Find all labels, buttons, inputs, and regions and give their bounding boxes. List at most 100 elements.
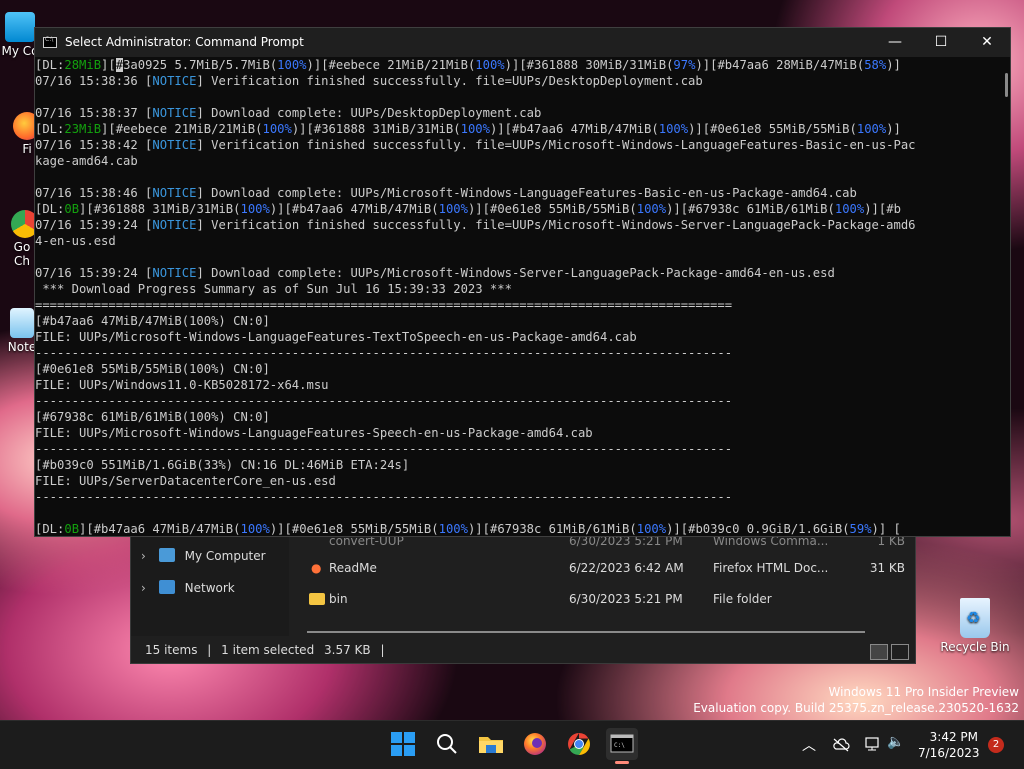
console-text: NOTICE	[152, 138, 197, 152]
nav-item-my-computer[interactable]: › My Computer	[141, 546, 266, 566]
console-text: FILE: UUPs/Windows11.0-KB5028172-x64.msu	[35, 378, 329, 392]
console-text: 23MiB	[64, 122, 102, 136]
cmd-icon	[43, 36, 57, 48]
chevron-up-icon[interactable]: ︿	[802, 735, 816, 755]
desktop-icon-label: My Co	[1, 44, 39, 58]
item-count: 15 items	[145, 643, 198, 657]
network-icon	[158, 580, 175, 594]
console-text: )][#0e61e8 55MiB/55MiB(	[269, 522, 439, 536]
minimize-button[interactable]: —	[872, 28, 918, 57]
chevron-right-icon[interactable]: ›	[141, 578, 155, 598]
console-line: ----------------------------------------…	[35, 489, 998, 505]
vertical-scrollbar[interactable]	[1005, 73, 1008, 97]
details-view-button[interactable]	[870, 644, 888, 660]
notification-badge[interactable]: 2	[988, 737, 1004, 753]
console-text: 100%	[262, 122, 292, 136]
console-line: [#b47aa6 47MiB/47MiB(100%) CN:0]	[35, 313, 998, 329]
console-text: )][#eebece 21MiB/21MiB(	[306, 58, 476, 72]
file-type: Firefox HTML Doc...	[713, 561, 829, 575]
console-text: ----------------------------------------…	[35, 346, 733, 360]
desktop-icon-label: Note	[7, 340, 37, 354]
windows-logo-icon	[391, 732, 415, 756]
console-text: 100%	[438, 522, 468, 536]
recycle-bin-icon: ♻	[960, 598, 990, 638]
console-output[interactable]: [DL:28MiB][#3a0925 5.7MiB/5.7MiB(100%)][…	[35, 57, 998, 536]
console-line: FILE: UUPs/Microsoft-Windows-LanguageFea…	[35, 425, 998, 441]
search-button[interactable]	[432, 729, 462, 759]
console-text: 07/16 15:38:36 [	[35, 74, 153, 88]
volume-icon[interactable]: 🔈	[887, 734, 904, 750]
console-text: 59%	[849, 522, 872, 536]
console-text: 100%	[438, 202, 468, 216]
watermark-edition: Windows 11 Pro Insider Preview	[828, 685, 1019, 699]
console-line: ========================================…	[35, 297, 998, 313]
console-text: )][#b	[864, 202, 901, 216]
chevron-right-icon[interactable]: ›	[141, 546, 155, 566]
notepad-icon	[10, 308, 34, 338]
file-date: 6/22/2023 6:42 AM	[569, 561, 684, 575]
watermark-build: Evaluation copy. Build 25375.zn_release.…	[693, 701, 1019, 715]
console-text: )]	[886, 122, 901, 136]
console-line: [DL:0B][#361888 31MiB/31MiB(100%)][#b47a…	[35, 201, 998, 217]
file-row[interactable]: ● ReadMe 6/22/2023 6:42 AM Firefox HTML …	[307, 557, 905, 579]
computer-icon	[158, 548, 175, 562]
nav-item-label: Network	[184, 581, 235, 595]
chrome-icon	[568, 733, 590, 755]
console-line: ----------------------------------------…	[35, 345, 998, 361]
console-text: 100%	[834, 202, 865, 216]
selection-info: 1 item selected	[221, 643, 315, 657]
console-line: [#0e61e8 55MiB/55MiB(100%) CN:0]	[35, 361, 998, 377]
console-text: kage-amd64.cab	[35, 154, 138, 168]
html-file-icon: ●	[311, 561, 322, 575]
console-text: 97%	[673, 58, 696, 72]
desktop-icon-recycle-bin[interactable]: ♻ Recycle Bin	[940, 598, 1010, 654]
firefox-button[interactable]	[520, 729, 550, 759]
close-button[interactable]: ✕	[964, 28, 1010, 57]
console-text: 100%	[658, 122, 689, 136]
selection-size: 3.57 KB	[324, 643, 371, 657]
console-text: 0B	[64, 522, 80, 536]
console-line: 07/16 15:39:24 [NOTICE] Download complet…	[35, 265, 998, 281]
console-text: )][#67938c 61MiB/61MiB(	[467, 522, 637, 536]
maximize-button[interactable]: ☐	[918, 28, 964, 57]
cloud-offline-icon[interactable]	[832, 737, 850, 753]
console-text: )][#b47aa6 47MiB/47MiB(	[269, 202, 439, 216]
console-text: 100%	[277, 58, 307, 72]
title-bar[interactable]: Select Administrator: Command Prompt — ☐…	[35, 28, 1010, 57]
computer-icon	[5, 12, 35, 42]
firefox-icon	[524, 733, 546, 755]
start-button[interactable]	[388, 729, 418, 759]
console-text: 100%	[475, 58, 505, 72]
console-line: FILE: UUPs/ServerDatacenterCore_en-us.es…	[35, 473, 998, 489]
tiles-view-button[interactable]	[891, 644, 909, 660]
horizontal-scrollbar[interactable]	[307, 631, 865, 633]
console-text: )][#361888 30MiB/31MiB(	[504, 58, 674, 72]
file-name: bin	[329, 592, 348, 606]
console-text: FILE: UUPs/Microsoft-Windows-LanguageFea…	[35, 330, 637, 344]
network-status-icon[interactable]	[863, 735, 881, 753]
console-text: 100%	[636, 202, 667, 216]
console-text: )][#0e61e8 55MiB/55MiB(	[467, 202, 637, 216]
console-text: ][#b47aa6 47MiB/47MiB(	[79, 522, 241, 536]
console-line: [#b039c0 551MiB/1.6GiB(33%) CN:16 DL:46M…	[35, 457, 998, 473]
console-line: [#67938c 61MiB/61MiB(100%) CN:0]	[35, 409, 998, 425]
console-line: *** Download Progress Summary as of Sun …	[35, 281, 998, 297]
console-line: 07/16 15:38:46 [NOTICE] Download complet…	[35, 185, 998, 201]
console-text: [#67938c 61MiB/61MiB(100%) CN:0]	[35, 410, 270, 424]
chrome-button[interactable]	[564, 729, 594, 759]
console-text: ========================================…	[35, 298, 733, 312]
nav-item-network[interactable]: › Network	[141, 578, 235, 598]
console-text: 3a0925 5.7MiB/5.7MiB(	[123, 58, 278, 72]
console-text: 07/16 15:38:37 [	[35, 106, 153, 120]
clock[interactable]: 3:42 PM 7/16/2023	[918, 729, 980, 761]
console-line: [DL:23MiB][#eebece 21MiB/21MiB(100%)][#3…	[35, 121, 998, 137]
file-row[interactable]: bin 6/30/2023 5:21 PM File folder	[307, 588, 905, 610]
clock-time: 3:42 PM	[929, 730, 978, 744]
console-text: 0B	[64, 202, 80, 216]
file-explorer-button[interactable]	[476, 729, 506, 759]
console-text: NOTICE	[152, 106, 197, 120]
terminal-button[interactable]: C:\	[606, 728, 638, 764]
